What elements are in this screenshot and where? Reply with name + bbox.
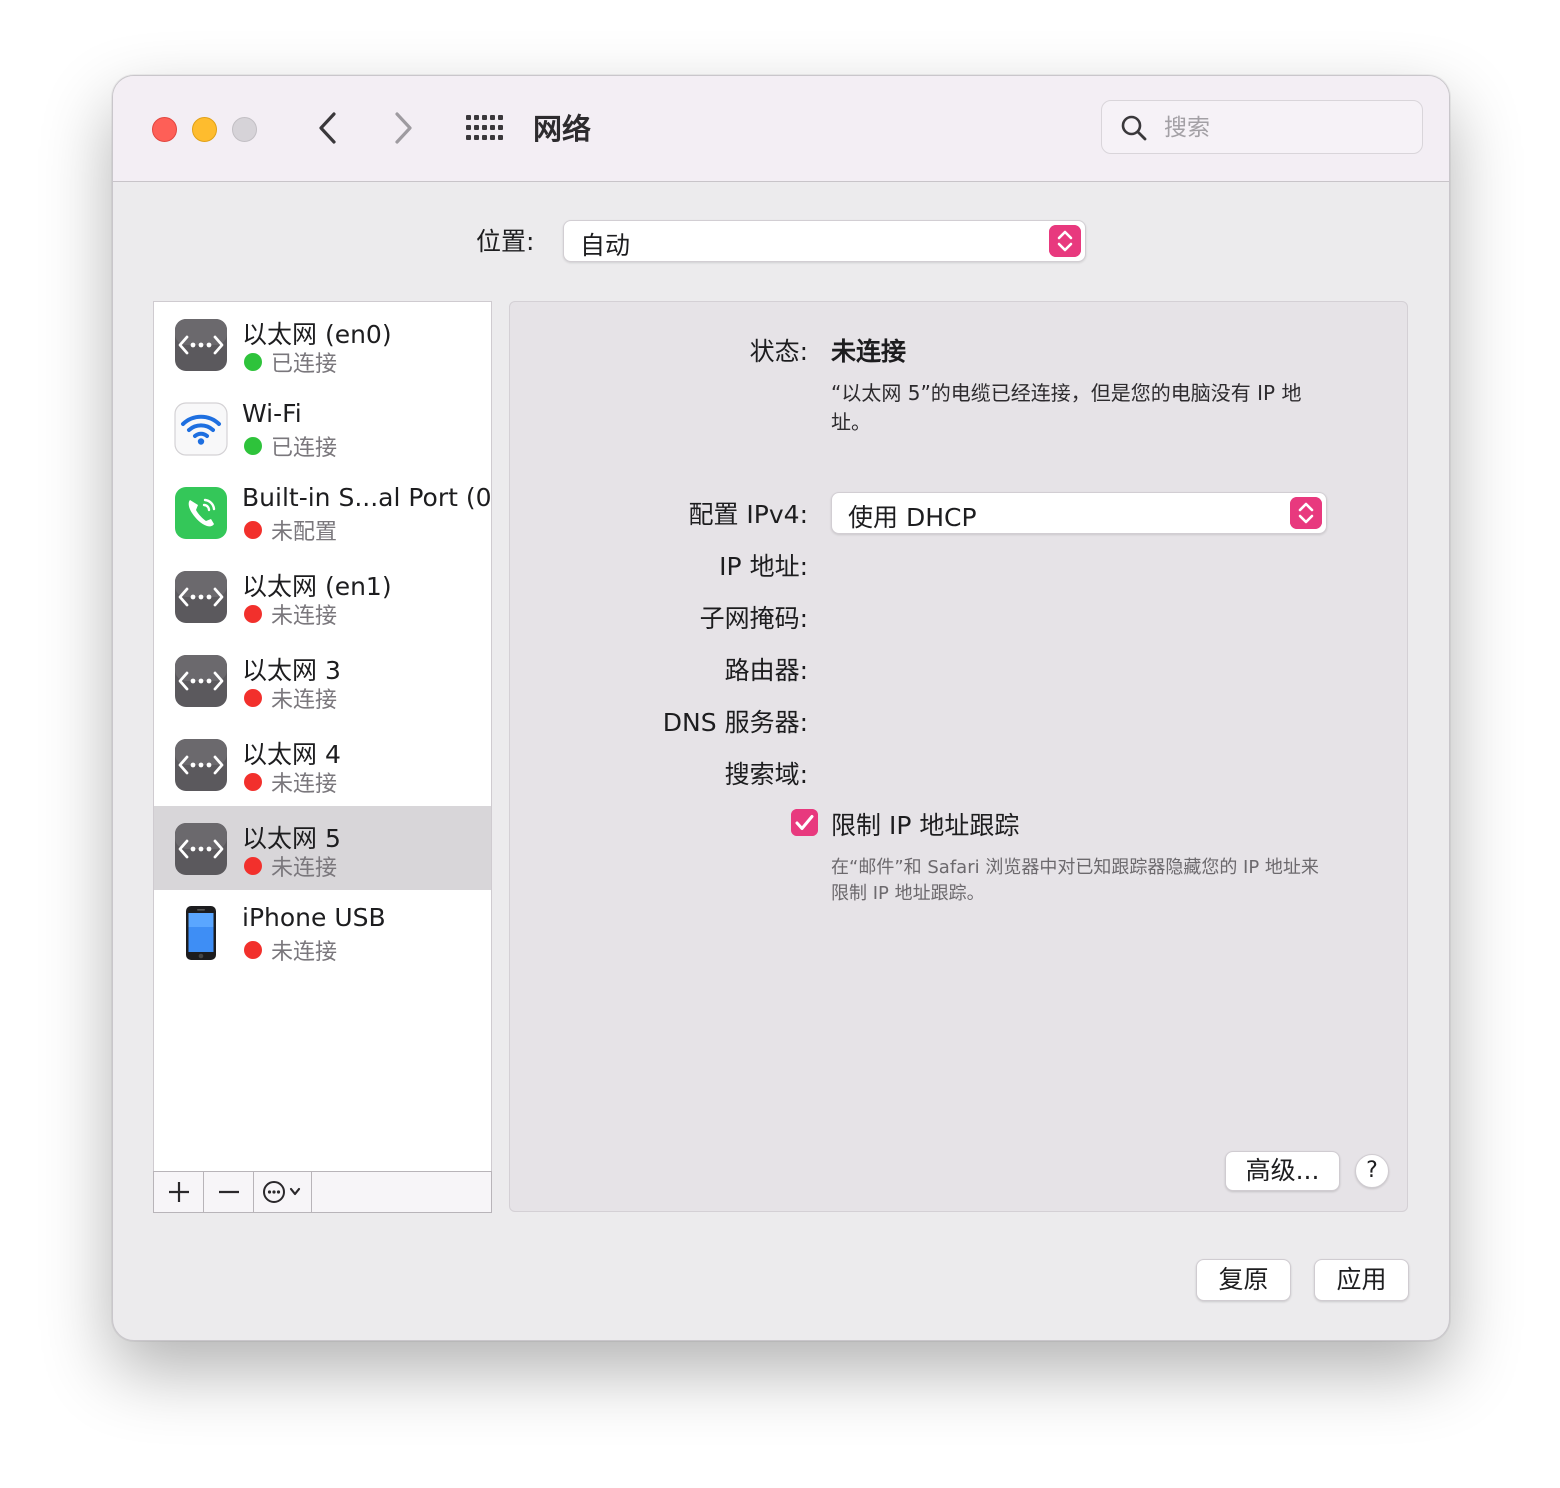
service-status: 未连接 bbox=[271, 940, 338, 965]
limit-ip-tracking-label[interactable]: 限制 IP 地址跟踪 bbox=[831, 806, 1019, 842]
network-service-list[interactable]: 以太网 (en0) 已连接 Wi-Fi 已连接 Built-in S...al … bbox=[153, 301, 492, 1212]
subnet-mask-label: 子网掩码: bbox=[699, 604, 808, 633]
zoom-window-button[interactable] bbox=[232, 117, 257, 142]
plus-icon bbox=[169, 1182, 189, 1202]
service-name: iPhone USB bbox=[242, 903, 386, 932]
service-item-serial-port[interactable]: Built-in S...al Port (0) 未配置 bbox=[154, 470, 491, 554]
ethernet-icon bbox=[175, 739, 227, 791]
wifi-icon bbox=[174, 402, 228, 456]
service-status: 已连接 bbox=[271, 352, 338, 377]
configure-ipv4-label: 配置 IPv4: bbox=[688, 500, 808, 529]
service-detail-panel: 状态: 未连接 “以太网 5”的电缆已经连接，但是您的电脑没有 IP 地址。 配… bbox=[509, 301, 1408, 1212]
service-status: 未连接 bbox=[271, 772, 338, 797]
service-item-wifi[interactable]: Wi-Fi 已连接 bbox=[154, 386, 491, 470]
dns-server-label: DNS 服务器: bbox=[662, 708, 808, 737]
show-all-grid-icon[interactable] bbox=[465, 113, 503, 143]
ip-address-label: IP 地址: bbox=[719, 552, 808, 581]
back-chevron-icon[interactable] bbox=[308, 108, 348, 148]
service-item-ethernet-4[interactable]: 以太网 4 未连接 bbox=[154, 722, 491, 806]
ethernet-icon bbox=[175, 319, 227, 371]
search-field[interactable] bbox=[1101, 100, 1423, 154]
revert-button[interactable]: 复原 bbox=[1196, 1259, 1291, 1301]
service-list-toolbar bbox=[153, 1171, 492, 1213]
configure-ipv4-value: 使用 DHCP bbox=[848, 503, 977, 532]
popup-stepper-icon bbox=[1049, 225, 1081, 257]
location-popup[interactable]: 自动 bbox=[563, 220, 1086, 262]
state-description: “以太网 5”的电缆已经连接，但是您的电脑没有 IP 地址。 bbox=[831, 381, 1302, 434]
remove-service-button[interactable] bbox=[204, 1172, 254, 1212]
search-domain-label: 搜索域: bbox=[724, 760, 808, 789]
router-label: 路由器: bbox=[724, 656, 808, 685]
ethernet-icon bbox=[175, 571, 227, 623]
help-button[interactable]: ? bbox=[1355, 1154, 1389, 1188]
location-value: 自动 bbox=[580, 231, 631, 260]
close-window-button[interactable] bbox=[152, 117, 177, 142]
service-item-ethernet-5[interactable]: 以太网 5 未连接 bbox=[154, 806, 491, 890]
service-item-iphone-usb[interactable]: iPhone USB 未连接 bbox=[154, 890, 491, 974]
service-status: 未连接 bbox=[271, 688, 338, 713]
window-title: 网络 bbox=[533, 112, 592, 146]
search-input[interactable] bbox=[1162, 111, 1406, 145]
configure-ipv4-popup[interactable]: 使用 DHCP bbox=[831, 492, 1327, 534]
phone-modem-icon bbox=[175, 487, 227, 539]
minus-icon bbox=[219, 1190, 239, 1194]
advanced-button[interactable]: 高级... bbox=[1225, 1151, 1340, 1191]
status-dot bbox=[244, 857, 262, 875]
titlebar: 网络 bbox=[113, 76, 1449, 182]
service-name: Built-in S...al Port (0) bbox=[242, 483, 492, 512]
limit-ip-tracking-checkbox[interactable] bbox=[791, 809, 818, 836]
service-status: 未配置 bbox=[271, 520, 338, 545]
forward-chevron-icon[interactable] bbox=[383, 108, 423, 148]
ethernet-icon bbox=[175, 823, 227, 875]
service-item-en0[interactable]: 以太网 (en0) 已连接 bbox=[154, 302, 491, 386]
ellipsis-circle-icon bbox=[263, 1181, 301, 1203]
status-dot bbox=[244, 437, 262, 455]
status-dot bbox=[244, 521, 262, 539]
apply-button[interactable]: 应用 bbox=[1314, 1259, 1409, 1301]
popup-stepper-icon bbox=[1290, 497, 1322, 529]
status-dot bbox=[244, 605, 262, 623]
state-label: 状态: bbox=[749, 337, 808, 366]
network-preferences-window: 网络 位置: 自动 以太网 (en0) bbox=[112, 75, 1450, 1341]
service-status: 已连接 bbox=[271, 436, 338, 461]
action-menu-button[interactable] bbox=[254, 1172, 312, 1212]
service-status: 未连接 bbox=[271, 604, 338, 629]
status-dot bbox=[244, 773, 262, 791]
status-dot bbox=[244, 353, 262, 371]
limit-ip-tracking-description: 在“邮件”和 Safari 浏览器中对已知跟踪器隐藏您的 IP 地址来限制 IP… bbox=[831, 857, 1319, 904]
status-dot bbox=[244, 941, 262, 959]
service-item-ethernet-3[interactable]: 以太网 3 未连接 bbox=[154, 638, 491, 722]
service-name: Wi-Fi bbox=[242, 399, 302, 428]
minimize-window-button[interactable] bbox=[192, 117, 217, 142]
service-status: 未连接 bbox=[271, 856, 338, 881]
add-service-button[interactable] bbox=[154, 1172, 204, 1212]
ethernet-icon bbox=[175, 655, 227, 707]
iphone-icon bbox=[186, 906, 216, 960]
state-value: 未连接 bbox=[831, 337, 907, 366]
location-label: 位置: bbox=[476, 227, 535, 256]
service-item-en1[interactable]: 以太网 (en1) 未连接 bbox=[154, 554, 491, 638]
status-dot bbox=[244, 689, 262, 707]
search-icon bbox=[1121, 115, 1147, 141]
